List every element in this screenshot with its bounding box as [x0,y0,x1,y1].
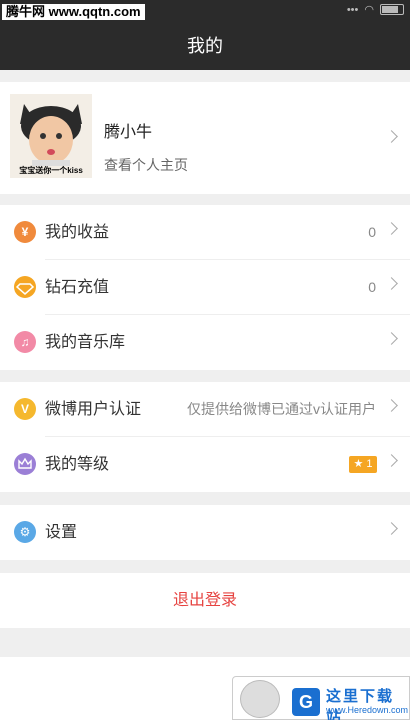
wifi-icon: ◠ [364,4,374,16]
menu-item-label: 微博用户认证 [45,401,142,418]
profile-card[interactable]: 宝宝送你一个kiss [0,82,410,194]
chevron-right-icon [385,454,398,467]
gear-icon: ⚙ [14,521,36,543]
menu-item-level[interactable]: 我的等级 ★ 1 [0,437,410,492]
watermark-emblem [240,680,280,718]
level-badge: ★ 1 [349,456,377,473]
diamond-value: 0 [368,279,376,295]
menu-item-label: 我的收益 [45,224,110,241]
logout-button[interactable]: 退出登录 [0,573,410,628]
menu-item-label: 我的等级 [45,456,110,473]
earnings-value: 0 [368,224,376,240]
chevron-right-icon [385,222,398,235]
level-number: 1 [366,458,373,470]
watermark-url: www.Heredown.com [326,705,409,715]
menu-item-label: 我的音乐库 [45,334,126,351]
battery-icon [380,4,404,15]
chevron-right-icon [385,332,398,345]
yen-icon: ¥ [14,221,36,243]
menu-item-earnings[interactable]: ¥ 我的收益 0 [0,205,410,260]
weibo-verify-hint: 仅提供给微博已通过v认证用户 [187,401,376,417]
chevron-right-icon [385,522,398,535]
signal-icon: ••• [346,3,359,16]
profile-name: 腾小牛 [104,124,153,141]
menu-item-settings[interactable]: ⚙ 设置 [0,505,410,560]
menu-item-music[interactable]: ♫ 我的音乐库 [0,315,410,370]
watermark-logo-icon: G [292,688,320,716]
avatar[interactable]: 宝宝送你一个kiss [10,94,92,178]
diamond-icon [14,276,36,298]
page-title: 我的 [0,22,410,70]
chevron-right-icon [385,277,398,290]
menu-item-label: 设置 [45,524,78,541]
profile-homepage-link[interactable]: 查看个人主页 [104,155,188,175]
menu-item-label: 钻石充值 [45,279,110,296]
watermark-top: 腾牛网 www.qqtn.com [2,4,145,20]
avatar-caption: 宝宝送你一个kiss [19,166,83,175]
music-note-icon: ♫ [14,331,36,353]
menu-item-weibo-verify[interactable]: V 微博用户认证 仅提供给微博已通过v认证用户 [0,382,410,437]
chevron-right-icon [385,399,398,412]
menu-item-diamond[interactable]: 钻石充值 0 [0,260,410,315]
chevron-right-icon [385,130,398,143]
status-icons: ••• ◠ [347,3,404,16]
v-badge-icon: V [14,398,36,420]
crown-icon [14,453,36,475]
star-icon: ★ [353,458,364,470]
